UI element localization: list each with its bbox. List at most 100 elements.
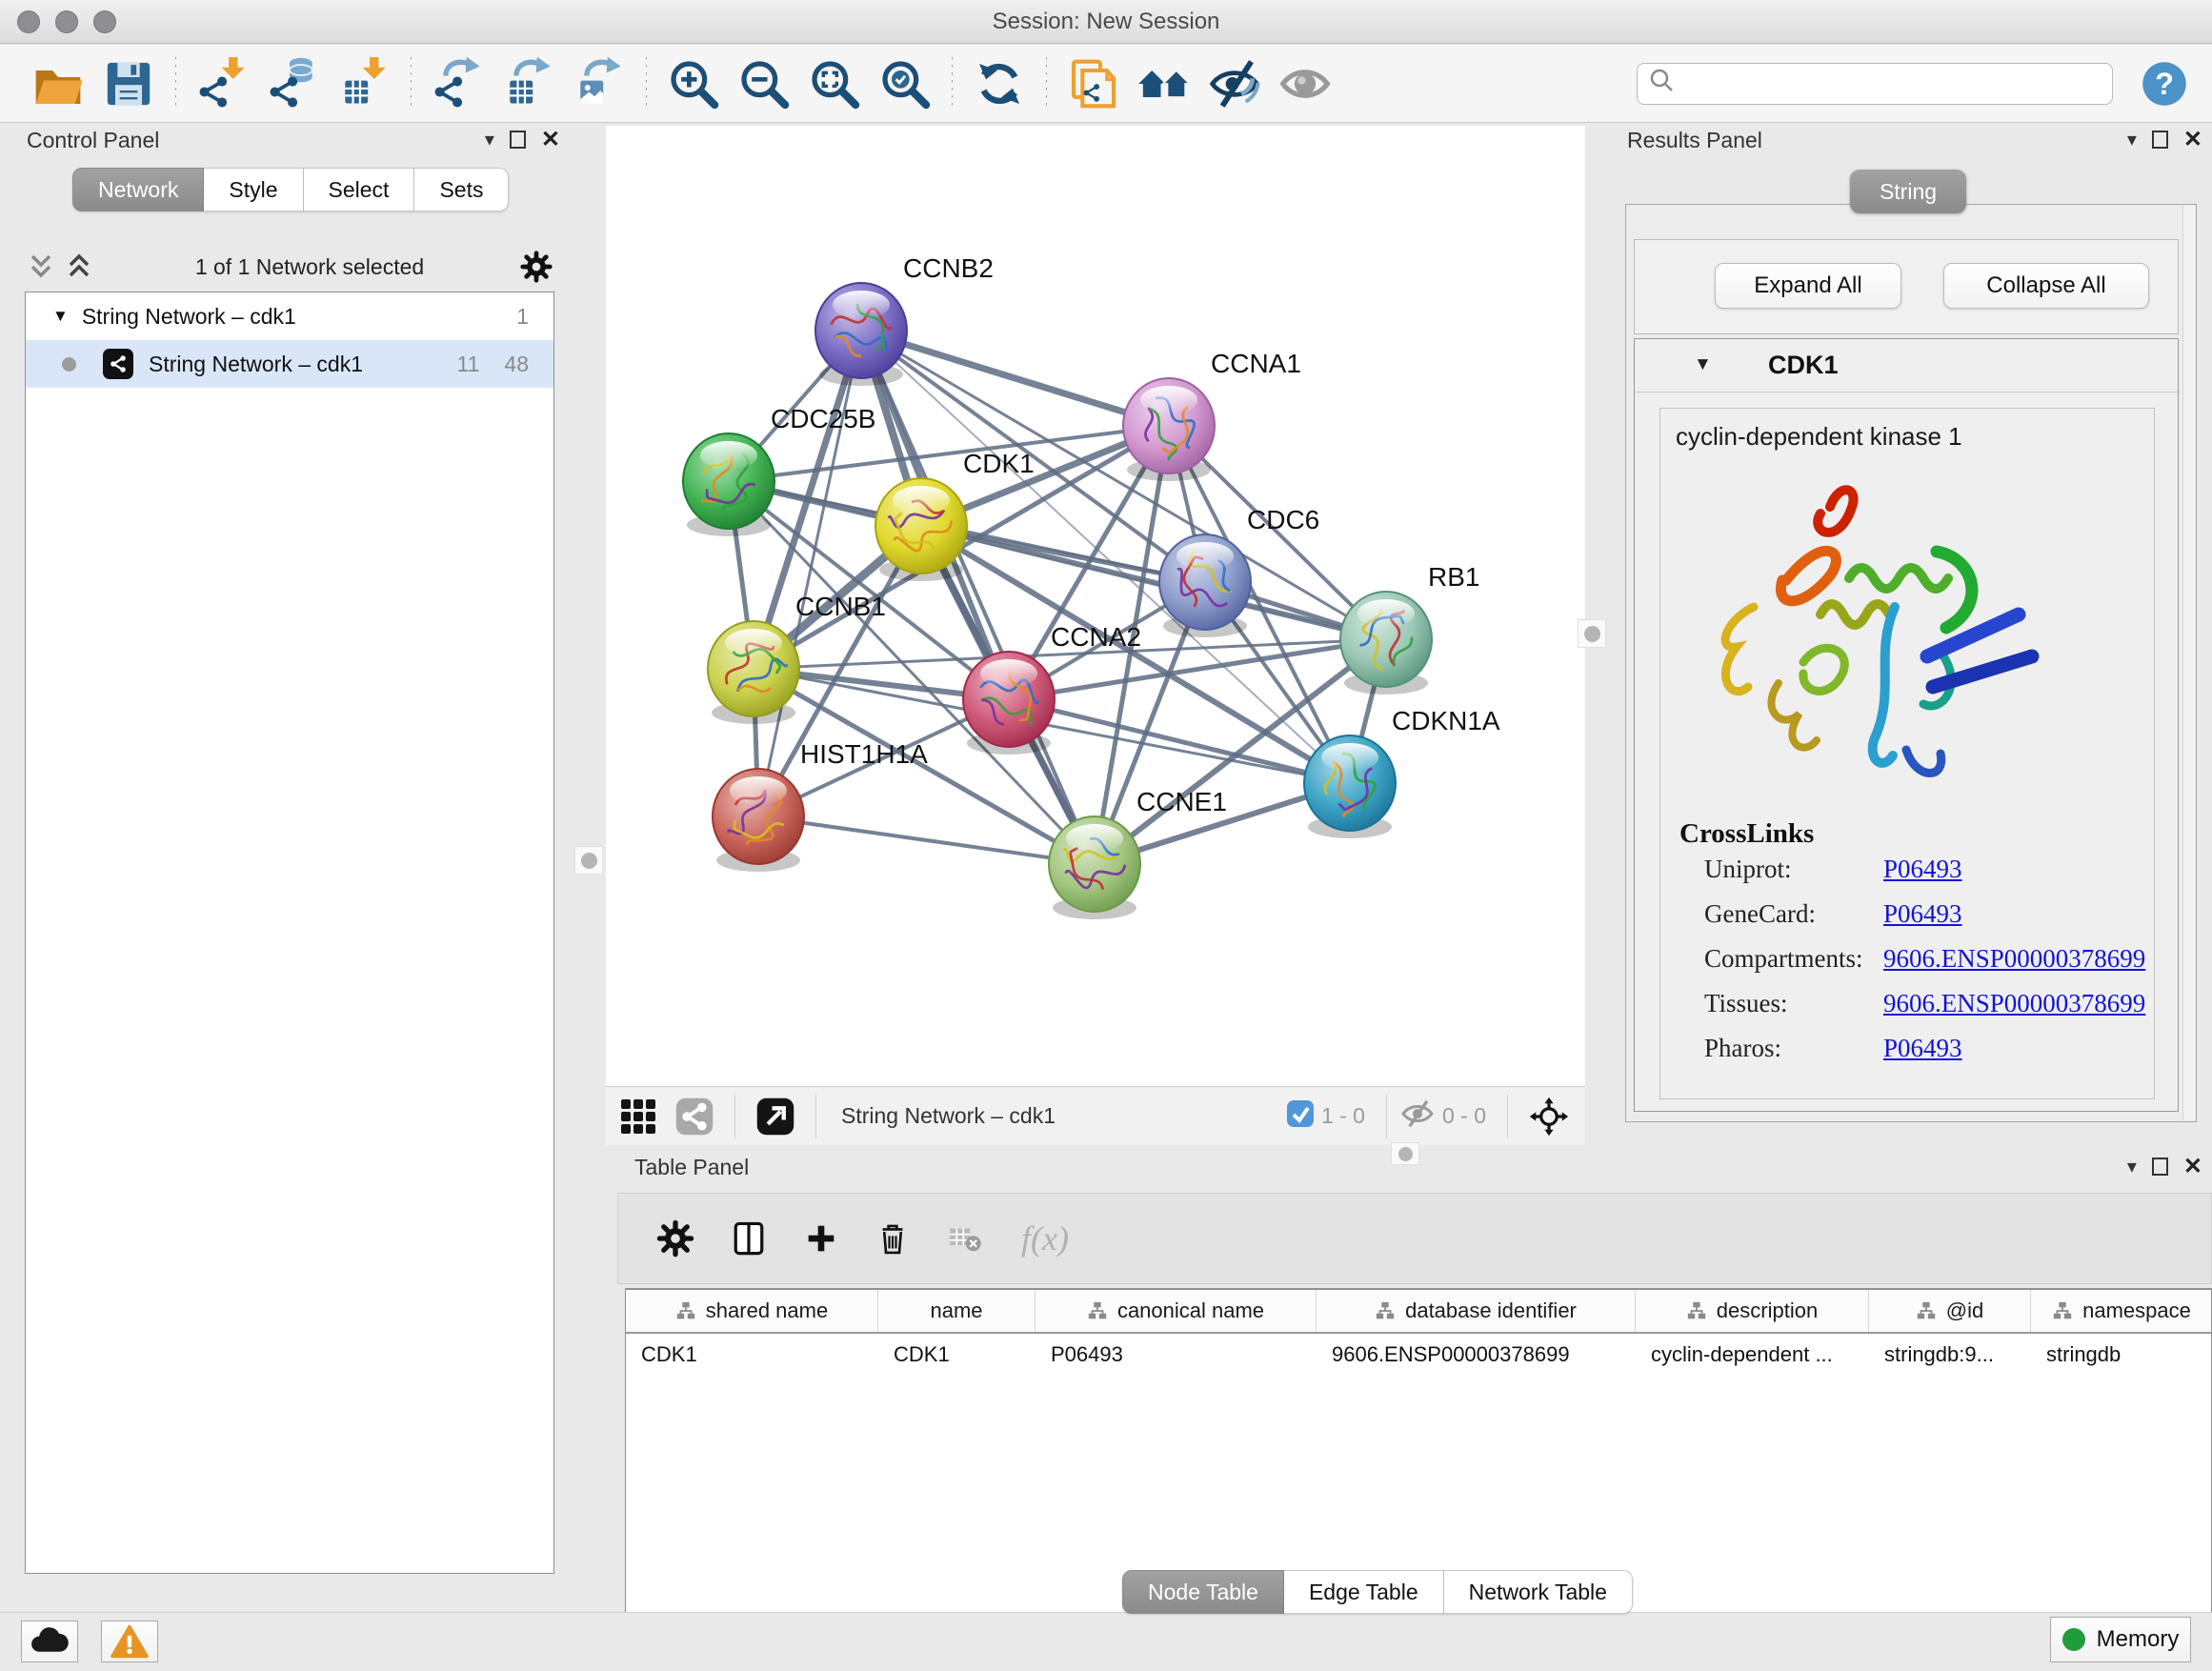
- search-input[interactable]: [1678, 67, 2102, 101]
- table-panel-float-icon[interactable]: [2152, 1158, 2168, 1176]
- column-header-name[interactable]: name: [878, 1290, 1036, 1332]
- network-collection-row[interactable]: ▼ String Network – cdk1 1: [26, 292, 553, 340]
- column-header--id[interactable]: @id: [1869, 1290, 2031, 1332]
- import-network-from-file-icon[interactable]: [192, 53, 253, 114]
- export-image-icon[interactable]: [569, 53, 630, 114]
- network-node-HIST1H1A[interactable]: HIST1H1A: [713, 739, 928, 872]
- tab-edge-table[interactable]: Edge Table: [1284, 1570, 1444, 1614]
- cloud-status-button[interactable]: [21, 1621, 78, 1662]
- control-panel-float-icon[interactable]: [510, 131, 526, 149]
- tab-select[interactable]: Select: [304, 168, 415, 211]
- help-button[interactable]: ?: [2140, 59, 2189, 109]
- export-table-icon[interactable]: [498, 53, 559, 114]
- crosslink-link[interactable]: 9606.ENSP00000378699: [1883, 944, 2145, 974]
- export-network-icon[interactable]: [428, 53, 489, 114]
- function-builder-icon[interactable]: f(x): [1017, 1216, 1090, 1261]
- zoom-out-icon[interactable]: [734, 53, 794, 114]
- zoom-selected-icon[interactable]: [875, 53, 935, 114]
- save-session-icon[interactable]: [98, 53, 159, 114]
- network-node-CDKN1A[interactable]: CDKN1A: [1304, 706, 1500, 838]
- table-panel-menu-icon[interactable]: ▾: [2127, 1155, 2137, 1178]
- column-header-shared-name[interactable]: shared name: [626, 1290, 878, 1332]
- control-panel-close-icon[interactable]: ✕: [541, 129, 560, 151]
- expand-all-networks-icon[interactable]: [63, 251, 95, 283]
- table-cell[interactable]: cyclin-dependent ...: [1636, 1334, 1869, 1376]
- annotation-share-icon[interactable]: [1063, 53, 1124, 114]
- network-view-canvas[interactable]: CCNB2 CCNA1 CDC25B CDK1 CDC6 RB1 CCNB1: [606, 126, 1585, 1086]
- network-node-CCNE1[interactable]: CCNE1: [1049, 787, 1227, 919]
- add-column-icon[interactable]: [802, 1219, 840, 1258]
- network-options-gear-icon[interactable]: [518, 249, 554, 285]
- show-all-icon[interactable]: [1275, 53, 1336, 114]
- column-header-label: @id: [1946, 1299, 1983, 1323]
- apply-layout-icon[interactable]: [969, 53, 1030, 114]
- right-splitter-handle[interactable]: [1578, 619, 1606, 648]
- delete-column-icon[interactable]: [873, 1218, 913, 1258]
- column-header-description[interactable]: description: [1636, 1290, 1869, 1332]
- tab-network-table[interactable]: Network Table: [1444, 1570, 1633, 1614]
- node-entry-header[interactable]: ▼ CDK1: [1635, 339, 2178, 393]
- table-panel-close-icon[interactable]: ✕: [2183, 1156, 2202, 1178]
- column-header-label: canonical name: [1117, 1299, 1264, 1323]
- network-row[interactable]: String Network – cdk1 11 48: [26, 340, 553, 388]
- crosslink-link[interactable]: P06493: [1883, 855, 1962, 884]
- collection-expand-icon[interactable]: ▼: [52, 307, 69, 326]
- first-neighbors-icon[interactable]: [1134, 53, 1195, 114]
- table-cell[interactable]: P06493: [1036, 1334, 1317, 1376]
- node-result-entry: ▼ CDK1 cyclin-dependent kinase 1: [1634, 338, 2179, 1112]
- table-cell[interactable]: 9606.ENSP00000378699: [1317, 1334, 1636, 1376]
- tab-network[interactable]: Network: [72, 168, 204, 211]
- network-node-CCNA1[interactable]: CCNA1: [1123, 349, 1301, 481]
- zoom-fit-icon[interactable]: [804, 53, 865, 114]
- column-header-database-identifier[interactable]: database identifier: [1317, 1290, 1636, 1332]
- crosslink-row: Tissues:9606.ENSP00000378699: [1660, 989, 2154, 1033]
- network-node-CDC25B[interactable]: CDC25B: [683, 404, 875, 536]
- string-results-box: Expand All Collapse All ▼ CDK1 cyclin-de…: [1625, 204, 2197, 1122]
- left-splitter-handle[interactable]: [574, 846, 603, 875]
- current-network-dot: [62, 357, 76, 372]
- collapse-all-button[interactable]: Collapse All: [1943, 263, 2149, 309]
- warning-status-button[interactable]: [101, 1621, 158, 1662]
- results-panel-menu-icon[interactable]: ▾: [2127, 128, 2137, 151]
- tab-node-table[interactable]: Node Table: [1122, 1570, 1284, 1614]
- delete-table-icon[interactable]: [945, 1218, 985, 1258]
- birds-eye-crosshair-icon[interactable]: [1528, 1096, 1570, 1137]
- node-label: CCNB2: [903, 253, 994, 283]
- zoom-in-icon[interactable]: [663, 53, 724, 114]
- search-box[interactable]: [1637, 63, 2113, 105]
- network-share-icon[interactable]: [674, 1097, 714, 1137]
- show-grid-icon[interactable]: [619, 1097, 657, 1136]
- column-header-canonical-name[interactable]: canonical name: [1036, 1290, 1317, 1332]
- expand-all-button[interactable]: Expand All: [1715, 263, 1901, 309]
- column-header-namespace[interactable]: namespace: [2031, 1290, 2212, 1332]
- entry-collapse-icon[interactable]: ▼: [1694, 354, 1712, 375]
- open-session-icon[interactable]: [28, 53, 89, 114]
- table-cell[interactable]: stringdb: [2031, 1334, 2212, 1376]
- memory-button[interactable]: Memory: [2050, 1617, 2191, 1662]
- table-options-gear-icon[interactable]: [655, 1218, 695, 1258]
- show-columns-icon[interactable]: [728, 1218, 770, 1259]
- tab-sets[interactable]: Sets: [414, 168, 509, 211]
- results-panel-close-icon[interactable]: ✕: [2183, 129, 2202, 151]
- tab-string[interactable]: String: [1850, 170, 1966, 213]
- tab-style[interactable]: Style: [204, 168, 303, 211]
- crosslink-link[interactable]: P06493: [1883, 899, 1962, 929]
- network-node-CCNB1[interactable]: CCNB1: [708, 592, 886, 724]
- results-scrollbar[interactable]: [2182, 206, 2195, 1120]
- table-cell[interactable]: CDK1: [626, 1334, 878, 1376]
- selected-checkbox-icon[interactable]: [1285, 1098, 1316, 1134]
- table-cell[interactable]: stringdb:9...: [1869, 1334, 2031, 1376]
- application-window: Session: New Session ? Control Panel ▾ ✕…: [0, 0, 2212, 1671]
- import-table-from-file-icon[interactable]: [333, 53, 394, 114]
- network-node-RB1[interactable]: RB1: [1340, 562, 1479, 695]
- crosslink-link[interactable]: P06493: [1883, 1034, 1962, 1063]
- results-panel-float-icon[interactable]: [2152, 131, 2168, 149]
- import-network-from-database-icon[interactable]: [263, 53, 324, 114]
- collapse-all-networks-icon[interactable]: [25, 251, 57, 283]
- status-bar: Memory: [0, 1612, 2212, 1671]
- detach-view-icon[interactable]: [755, 1097, 795, 1137]
- hide-selected-icon[interactable]: [1204, 53, 1265, 114]
- control-panel-menu-icon[interactable]: ▾: [485, 128, 494, 151]
- crosslink-link[interactable]: 9606.ENSP00000378699: [1883, 989, 2145, 1018]
- table-cell[interactable]: CDK1: [878, 1334, 1036, 1376]
